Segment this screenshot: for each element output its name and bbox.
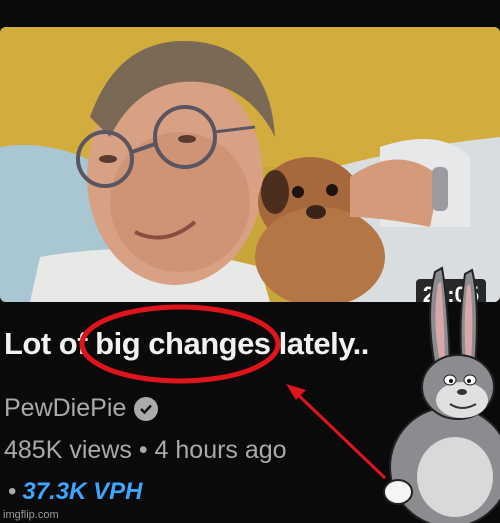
thumbnail-image	[0, 27, 500, 302]
vph-stat: 37.3K VPH	[22, 478, 143, 505]
meme-frame: 22:05 Lot of big changes lately.. PewDie…	[0, 0, 500, 523]
big-chungus-sticker	[383, 266, 500, 523]
upload-age: 4 hours ago	[154, 436, 287, 464]
pointer-arrow-line	[291, 388, 387, 480]
vph-row: • 37.3K VPH	[8, 478, 142, 506]
video-title[interactable]: Lot of big changes lately..	[4, 326, 369, 362]
video-thumbnail[interactable]: 22:05	[0, 27, 500, 302]
channel-name[interactable]: PewDiePie	[4, 394, 126, 423]
meta-separator: •	[138, 436, 148, 464]
view-count: 485K views	[4, 436, 132, 464]
video-metadata: 485K views • 4 hours ago	[4, 436, 287, 465]
channel-row: PewDiePie	[4, 394, 159, 423]
vph-dot: •	[8, 478, 17, 505]
pointer-arrow-head	[286, 384, 306, 400]
verified-check-icon	[134, 396, 159, 421]
imgflip-watermark: imgflip.com	[3, 509, 59, 521]
